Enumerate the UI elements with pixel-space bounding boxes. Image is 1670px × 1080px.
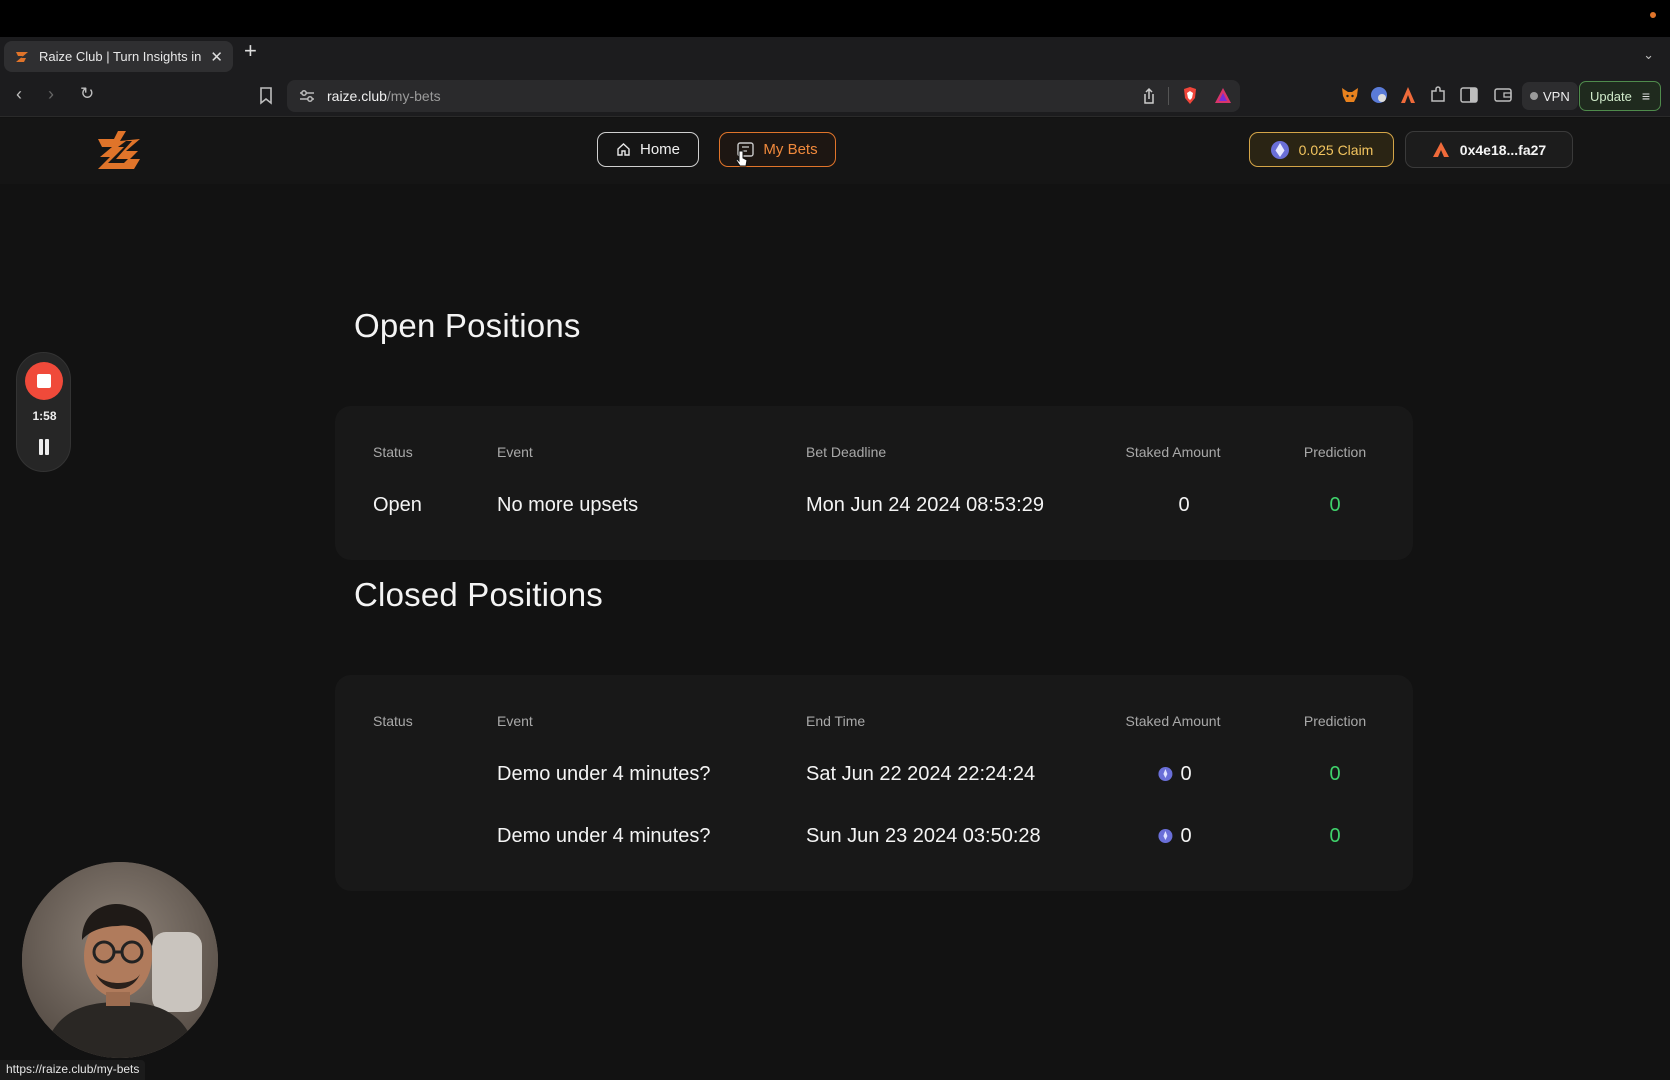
recording-timer: 1:58	[32, 409, 57, 423]
row-event: No more upsets	[497, 494, 639, 516]
reload-icon[interactable]: ↻	[80, 85, 94, 102]
vpn-status-dot	[1530, 92, 1538, 100]
row-event: Demo under 4 minutes?	[497, 825, 711, 847]
screen-recorder-widget: 1:58	[16, 352, 71, 472]
closed-positions-title: Closed Positions	[354, 576, 603, 613]
site-settings-icon[interactable]	[299, 89, 315, 103]
link-status-bar: https://raize.club/my-bets	[0, 1060, 146, 1080]
row-end-time: Sat Jun 22 2024 22:24:24	[806, 763, 1036, 785]
forward-icon[interactable]: ›	[48, 85, 54, 103]
new-tab-icon[interactable]: +	[244, 40, 257, 62]
row-event: Demo under 4 minutes?	[497, 763, 711, 785]
brave-rewards-icon[interactable]	[1214, 87, 1232, 104]
wallet-extension-icon[interactable]	[1370, 86, 1388, 104]
raize-favicon-icon	[16, 51, 28, 62]
update-button[interactable]: Update ≡	[1579, 81, 1661, 111]
nav-home-label: Home	[639, 141, 680, 158]
mouse-cursor-icon	[735, 150, 748, 167]
share-icon[interactable]	[1142, 87, 1156, 105]
pause-recording-icon[interactable]	[37, 439, 51, 455]
nav-my-bets-label: My Bets	[763, 141, 818, 158]
eth-icon	[1158, 767, 1173, 781]
row-status: Open	[373, 494, 422, 516]
webcam-person-image	[22, 862, 218, 1058]
raize-logo[interactable]	[96, 129, 142, 171]
column-header-event: Event	[497, 713, 533, 729]
metamask-fox-icon[interactable]	[1341, 87, 1359, 103]
home-icon	[617, 143, 630, 156]
hamburger-menu-icon[interactable]: ≡	[1642, 88, 1650, 104]
column-header-event: Event	[497, 444, 533, 460]
wallet-address: 0x4e18...fa27	[1459, 141, 1547, 158]
back-icon[interactable]: ‹	[16, 85, 22, 103]
claim-button[interactable]: 0.025 Claim	[1249, 132, 1394, 167]
close-tab-icon[interactable]: ✕	[210, 48, 223, 66]
column-header-bet-deadline: Bet Deadline	[806, 444, 887, 460]
nav-home-button[interactable]: Home	[597, 132, 699, 167]
omnibox-divider	[1168, 87, 1169, 105]
url-path: /my-bets	[386, 88, 441, 104]
site-header: Home My Bets 0.025 Claim 0x4e18...fa27	[0, 118, 1670, 184]
tab-list-chevron-icon[interactable]: ⌄	[1643, 47, 1654, 63]
recording-indicator-dot	[1650, 12, 1656, 18]
column-header-staked-amount: Staked Amount	[1125, 713, 1221, 729]
os-top-strip	[0, 0, 1670, 37]
vpn-label: VPN	[1543, 88, 1570, 104]
row-end-time: Sun Jun 23 2024 03:50:28	[806, 825, 1041, 847]
column-header-end-time: End Time	[806, 713, 866, 729]
brave-wallet-icon[interactable]	[1494, 87, 1512, 103]
claim-label: 0.025 Claim	[1298, 141, 1374, 158]
wallet-avatar-icon	[1432, 142, 1449, 157]
url-host: raize.club	[327, 88, 387, 104]
row-staked-value: 0	[1180, 825, 1192, 847]
update-label: Update	[1589, 88, 1632, 104]
column-header-prediction: Prediction	[1303, 713, 1367, 729]
sidebar-toggle-icon[interactable]	[1460, 87, 1478, 103]
column-header-prediction: Prediction	[1303, 444, 1367, 460]
url-text: raize.club/my-bets	[327, 88, 441, 104]
open-positions-title: Open Positions	[354, 307, 581, 344]
address-bar[interactable]: raize.club/my-bets	[287, 80, 1240, 112]
row-prediction: 0	[1329, 494, 1341, 516]
extensions-puzzle-icon[interactable]	[1429, 86, 1447, 104]
row-staked-amount: 0	[1178, 494, 1190, 516]
vpn-button[interactable]: VPN	[1522, 82, 1578, 110]
eth-icon	[1158, 829, 1173, 843]
eth-coin-icon	[1270, 140, 1289, 159]
row-prediction: 0	[1329, 763, 1341, 785]
raize-extension-icon[interactable]	[1400, 86, 1416, 104]
row-prediction: 0	[1329, 825, 1341, 847]
column-header-staked-amount: Staked Amount	[1125, 444, 1221, 460]
brave-shield-icon[interactable]	[1182, 86, 1198, 105]
row-staked-amount: 0	[1158, 825, 1192, 848]
column-header-status: Status	[373, 444, 413, 460]
webcam-preview	[22, 862, 218, 1058]
wallet-address-button[interactable]: 0x4e18...fa27	[1405, 131, 1573, 168]
closed-positions-table: Status Event End Time Staked Amount Pred…	[335, 675, 1413, 891]
browser-toolbar: ‹ › ↻ raize.club/my-bets VPN Update ≡	[0, 75, 1670, 117]
row-staked-value: 0	[1180, 763, 1192, 785]
tab-title: Raize Club | Turn Insights into	[39, 49, 202, 64]
column-header-status: Status	[373, 713, 413, 729]
row-staked-amount: 0	[1158, 763, 1192, 786]
open-positions-table: Status Event Bet Deadline Staked Amount …	[335, 406, 1413, 560]
bookmark-icon[interactable]	[259, 87, 273, 105]
browser-tab[interactable]: Raize Club | Turn Insights into ✕	[4, 41, 233, 72]
stop-recording-icon[interactable]	[25, 362, 63, 400]
row-deadline: Mon Jun 24 2024 08:53:29	[806, 494, 1044, 516]
